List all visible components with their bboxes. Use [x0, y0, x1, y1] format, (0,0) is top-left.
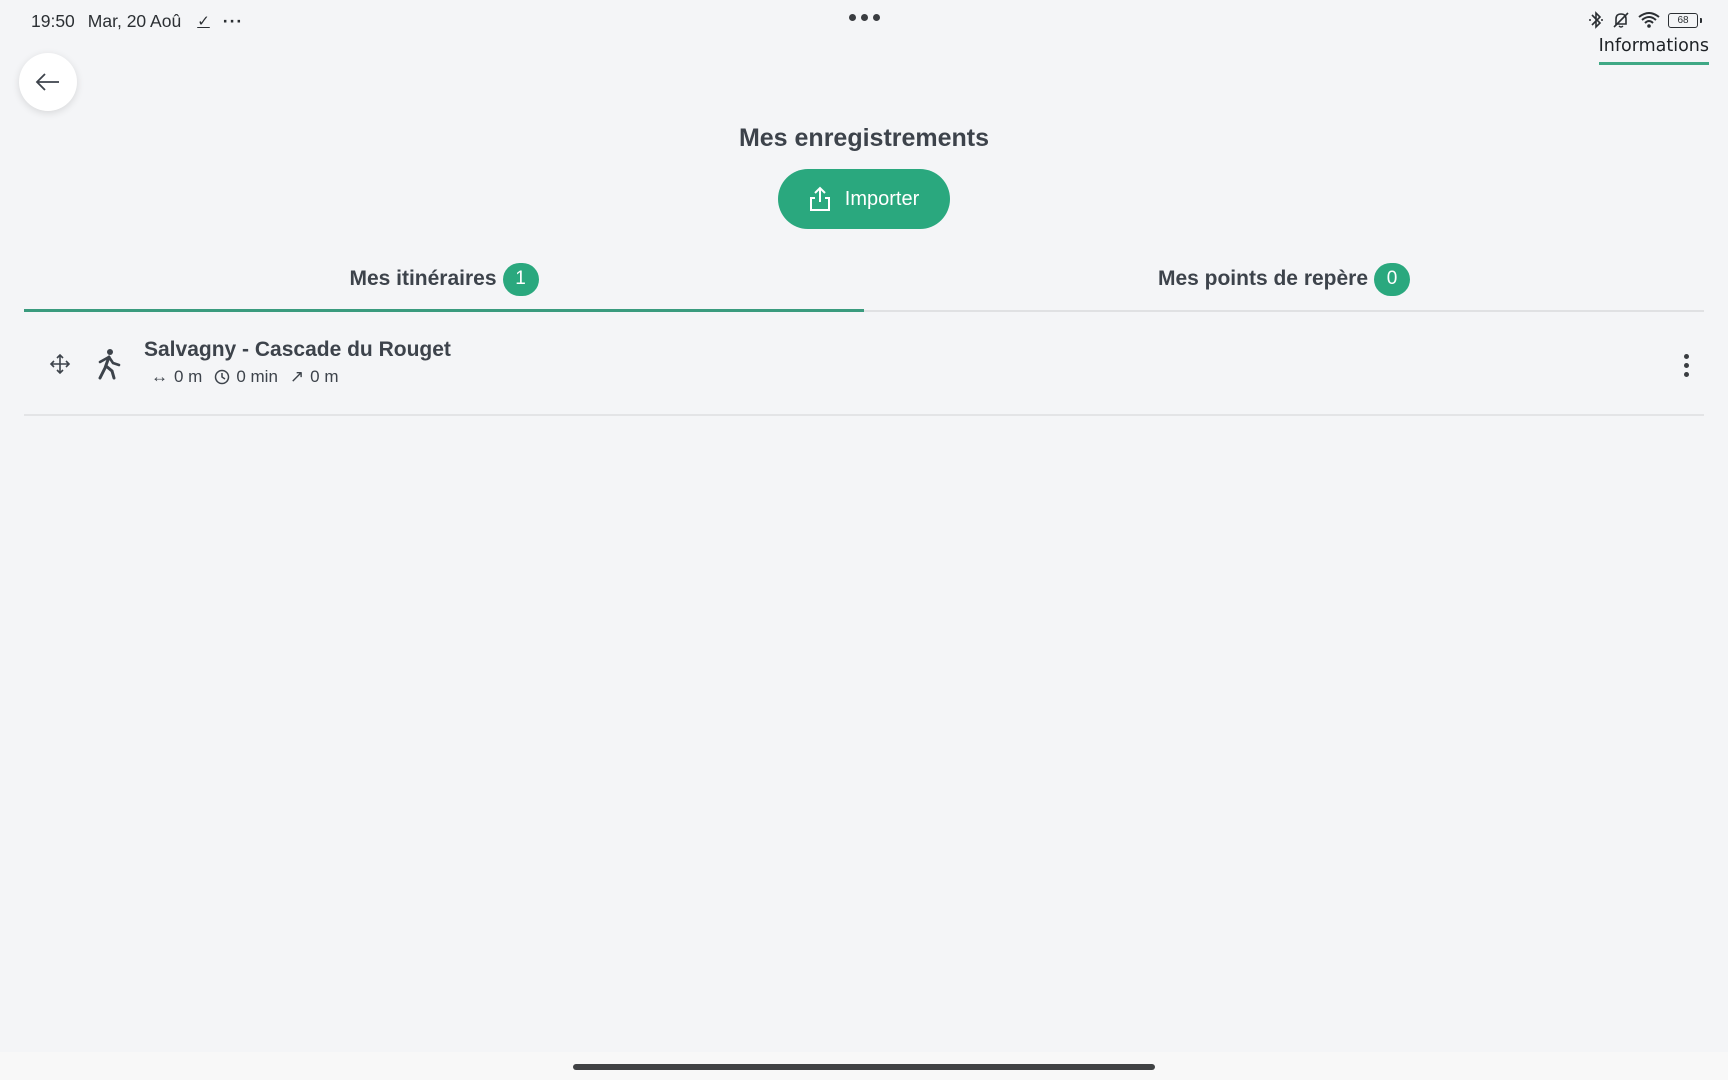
- distance-stat: ↔ 0 m: [151, 367, 202, 387]
- import-button-label: Importer: [844, 187, 920, 210]
- task-check-icon: ✓: [197, 13, 210, 30]
- distance-value: 0 m: [174, 367, 203, 386]
- status-bar-right: 68: [1588, 9, 1702, 31]
- duration-stat: 0 min: [214, 367, 278, 387]
- more-options-icon[interactable]: [1674, 350, 1698, 380]
- bell-off-icon: [1613, 12, 1629, 28]
- walking-icon: [98, 349, 121, 380]
- bluetooth-icon: [1589, 11, 1603, 29]
- arrow-left-icon: [35, 73, 59, 91]
- page-title: Mes enregistrements: [738, 124, 990, 152]
- route-meta: ↔ 0 m 0 min ↗ 0 m: [151, 367, 351, 387]
- tab-points-de-repere[interactable]: Mes points de repère 0: [864, 258, 1704, 310]
- count-badge: 0: [1374, 262, 1411, 296]
- duration-value: 0 min: [236, 367, 278, 386]
- home-indicator[interactable]: [573, 1064, 1155, 1070]
- route-title: Salvagny - Cascade du Rouget: [144, 338, 451, 361]
- import-button[interactable]: Importer: [778, 169, 950, 229]
- route-list-item[interactable]: Salvagny - Cascade du Rouget ↔ 0 m 0 min…: [24, 330, 1704, 416]
- upload-icon: [809, 186, 830, 211]
- more-notifications-icon: ···: [222, 10, 244, 31]
- wifi-icon: [1638, 12, 1660, 28]
- informations-tab[interactable]: Informations: [1598, 36, 1709, 65]
- count-badge: 1: [502, 262, 539, 296]
- move-icon[interactable]: [48, 352, 72, 376]
- status-bar-left: 19:50 Mar, 20 Aoû ✓ ···: [31, 9, 243, 33]
- multitask-dots-icon[interactable]: [849, 14, 880, 21]
- horizontal-arrows-icon: ↔: [151, 367, 168, 386]
- status-date: Mar, 20 Aoû: [87, 10, 182, 31]
- clock-icon: [215, 369, 230, 385]
- battery-icon: 68: [1668, 12, 1702, 28]
- tab-bar: Mes itinéraires 1 Mes points de repère 0: [24, 258, 1704, 312]
- elevation-stat: ↗ 0 m: [290, 367, 339, 387]
- tab-label: Mes points de repère: [1157, 267, 1369, 290]
- tab-label: Mes itinéraires: [349, 267, 497, 290]
- elevation-value: 0 m: [310, 367, 339, 386]
- arrow-up-right-icon: ↗: [289, 367, 305, 386]
- tab-itineraires[interactable]: Mes itinéraires 1: [24, 258, 864, 312]
- back-button[interactable]: [19, 53, 77, 111]
- status-time: 19:50: [31, 10, 75, 31]
